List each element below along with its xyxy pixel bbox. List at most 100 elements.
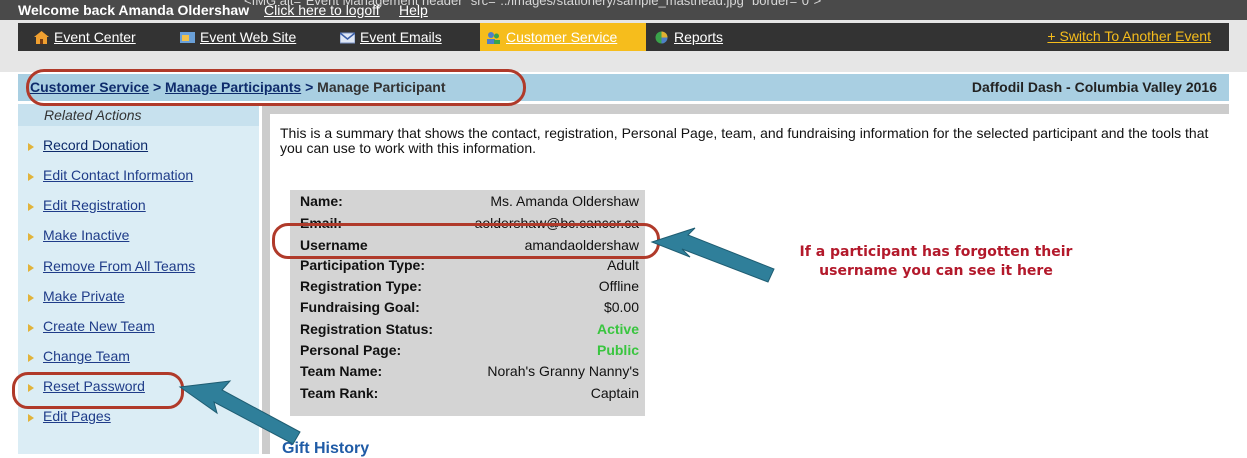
field-registration-status: Registration Status: Active	[290, 320, 645, 339]
tab-event-web-site[interactable]: Event Web Site	[180, 23, 296, 51]
field-team-name: Team Name: Norah's Granny Nanny's	[290, 362, 645, 381]
sidebar-heading: Related Actions	[18, 104, 259, 126]
tab-label: Event Emails	[360, 29, 442, 45]
summary-intro: This is a summary that shows the contact…	[280, 125, 1209, 156]
status-badge: Active	[596, 321, 639, 337]
welcome-message: Welcome back Amanda Oldershaw	[18, 2, 250, 18]
sidebar-item-label: Edit Contact Information	[43, 167, 194, 183]
sidebar-item-label: Change Team	[43, 348, 130, 364]
sidebar-item-label: Reset Password	[43, 378, 145, 394]
help-link[interactable]: Help	[399, 2, 428, 18]
field-label: Email:	[300, 215, 343, 231]
welcome-bar: <IMG alt="Event Management header" src="…	[0, 0, 1247, 20]
field-label: Team Rank:	[300, 385, 379, 401]
tab-reports[interactable]: Reports	[654, 23, 723, 51]
sidebar-item-label: Record Donation	[43, 137, 149, 153]
bullet-arrow-icon	[28, 173, 34, 181]
field-name: Name: Ms. Amanda Oldershaw	[290, 192, 645, 211]
field-value: Offline	[598, 278, 639, 294]
field-email: Email: aoldershaw@bc.cancer.ca	[290, 214, 645, 233]
logoff-link[interactable]: Click here to logoff	[264, 2, 380, 18]
people-icon	[487, 31, 500, 44]
breadcrumb-customer-service[interactable]: Customer Service	[30, 79, 149, 95]
field-label: Registration Status:	[300, 321, 434, 337]
status-badge: Public	[596, 342, 639, 358]
breadcrumb-separator: >	[149, 79, 166, 95]
sidebar-item-reset-password[interactable]: Reset Password	[18, 374, 259, 402]
callout-line: If a participant has forgotten their	[799, 244, 1073, 260]
sidebar-item-record-donation[interactable]: Record Donation	[18, 133, 259, 161]
bullet-arrow-icon	[28, 354, 34, 362]
related-actions-sidebar: Related Actions Record Donation Edit Con…	[18, 104, 259, 454]
house-icon	[34, 30, 49, 44]
tab-label: Event Web Site	[200, 29, 297, 45]
sidebar-item-label: Remove From All Teams	[43, 258, 196, 274]
sidebar-item-make-inactive[interactable]: Make Inactive	[18, 223, 259, 251]
bullet-arrow-icon	[28, 294, 34, 302]
tab-label: Reports	[674, 29, 724, 45]
sidebar-item-edit-pages[interactable]: Edit Pages	[18, 404, 259, 432]
field-value: $0.00	[603, 299, 639, 315]
field-participation-type: Participation Type: Adult	[290, 256, 645, 275]
breadcrumb-manage-participants[interactable]: Manage Participants	[165, 79, 301, 95]
bullet-arrow-icon	[28, 233, 34, 241]
breadcrumb: Customer Service > Manage Participants >…	[30, 79, 446, 95]
nav-area: Event Center Event Web Site Event Emails	[0, 20, 1247, 72]
sidebar-item-label: Edit Pages	[43, 408, 111, 424]
participant-summary-card: Name: Ms. Amanda Oldershaw Email: aoldersh…	[290, 190, 645, 416]
sidebar-item-create-new-team[interactable]: Create New Team	[18, 314, 259, 342]
field-label: Fundraising Goal:	[300, 299, 420, 315]
sidebar-item-label: Create New Team	[43, 318, 155, 334]
breadcrumb-bar: Customer Service > Manage Participants >…	[18, 74, 1229, 101]
tab-customer-service[interactable]: Customer Service	[480, 23, 646, 51]
sidebar-heading-text: Related Actions	[44, 107, 142, 123]
field-personal-page: Personal Page: Public	[290, 341, 645, 360]
field-value: aoldershaw@bc.cancer.ca	[474, 215, 639, 231]
envelope-icon	[340, 31, 355, 43]
website-icon	[180, 31, 195, 43]
field-label: Username	[300, 237, 368, 253]
sidebar-item-label: Make Inactive	[43, 227, 130, 243]
field-label: Registration Type:	[300, 278, 422, 294]
tab-event-emails[interactable]: Event Emails	[340, 23, 442, 51]
bullet-arrow-icon	[28, 143, 34, 151]
main-content-inner: This is a summary that shows the contact…	[270, 114, 1229, 457]
sidebar-list: Record Donation Edit Contact Information…	[18, 126, 259, 454]
bullet-arrow-icon	[28, 414, 34, 422]
sidebar-item-edit-registration[interactable]: Edit Registration	[18, 193, 259, 221]
field-value: Captain	[590, 385, 639, 401]
sidebar-item-remove-from-all-teams[interactable]: Remove From All Teams	[18, 254, 259, 282]
field-label: Team Name:	[300, 363, 383, 379]
bullet-arrow-icon	[28, 264, 34, 272]
switch-event-link[interactable]: + Switch To Another Event	[1047, 28, 1211, 44]
breadcrumb-current: Manage Participant	[317, 79, 446, 95]
sidebar-item-change-team[interactable]: Change Team	[18, 344, 259, 372]
field-label: Participation Type:	[300, 257, 425, 273]
field-value: Adult	[607, 257, 639, 273]
bullet-arrow-icon	[28, 324, 34, 332]
field-label: Name:	[300, 193, 343, 209]
sidebar-item-label: Make Private	[43, 288, 125, 304]
breadcrumb-separator: >	[301, 79, 318, 95]
callout-line: username you can see it here	[819, 263, 1053, 279]
main-nav: Event Center Event Web Site Event Emails	[18, 23, 1229, 51]
tab-label: Event Center	[54, 29, 136, 45]
pie-chart-icon	[655, 31, 668, 43]
field-label: Personal Page:	[300, 342, 402, 358]
sidebar-item-label: Edit Registration	[43, 197, 146, 213]
field-team-rank: Team Rank: Captain	[290, 384, 645, 403]
gift-history-link[interactable]: Gift History	[282, 440, 369, 458]
tab-event-center[interactable]: Event Center	[34, 23, 136, 51]
username-callout: If a participant has forgotten their use…	[758, 243, 1114, 281]
field-value: Ms. Amanda Oldershaw	[490, 193, 639, 209]
field-value: amandaoldershaw	[524, 237, 639, 253]
field-value: Norah's Granny Nanny's	[487, 363, 639, 379]
field-username: Username amandaoldershaw	[290, 236, 645, 255]
field-registration-type: Registration Type: Offline	[290, 277, 645, 296]
event-name: Daffodil Dash - Columbia Valley 2016	[971, 79, 1217, 95]
tab-label: Customer Service	[506, 29, 618, 45]
bullet-arrow-icon	[28, 384, 34, 392]
sidebar-item-make-private[interactable]: Make Private	[18, 284, 259, 312]
sidebar-item-edit-contact-information[interactable]: Edit Contact Information	[18, 163, 259, 191]
bullet-arrow-icon	[28, 203, 34, 211]
